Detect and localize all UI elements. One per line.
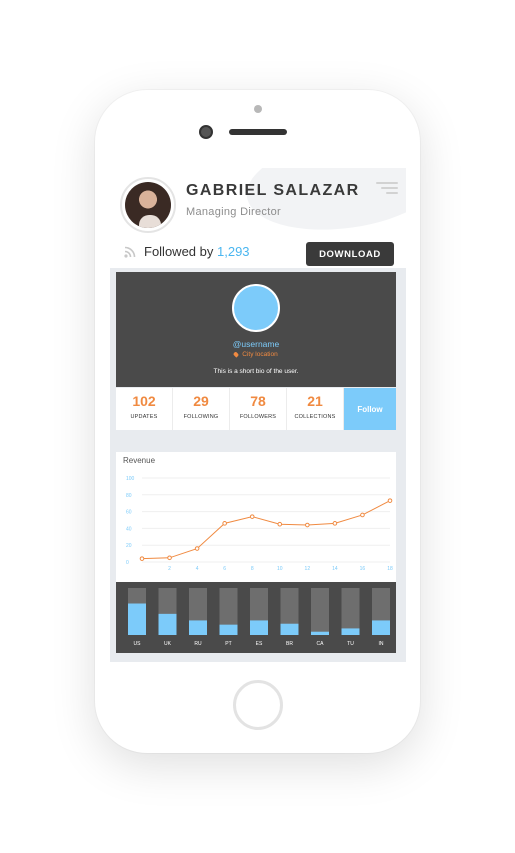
bar-track [311,588,329,635]
data-point [167,555,172,561]
x-tick-label: 2 [168,566,171,572]
country-bar-chart: US UK RU PT ES BR CA TU IN [128,588,390,647]
stat-label: UPDATES [130,414,158,420]
x-tick-label: 4 [196,566,199,572]
bar-category-label: ES [256,641,263,647]
revenue-chart-card: Revenue 0 20 40 60 80 100 2 4 6 8 10 12 14 16 18 [116,452,396,582]
username[interactable]: @username [116,339,396,349]
x-tick-label: 8 [251,566,254,572]
download-button[interactable]: DOWNLOAD [306,242,394,266]
revenue-line-chart: 0 20 40 60 80 100 2 4 6 8 10 12 14 16 18 [126,476,393,572]
data-point [222,521,227,526]
y-tick-label: 0 [126,560,129,566]
y-tick-label: 20 [126,543,132,549]
country-bar-chart-card: US UK RU PT ES BR CA TU IN [116,582,396,653]
profile-card: @username City location This is a short … [116,272,396,387]
stat-label: FOLLOWING [183,414,219,420]
bar-category-label: PT [225,641,231,647]
stat-label: FOLLOWERS [239,414,277,420]
stat-value: 21 [307,393,323,409]
city-location: City location [116,351,396,358]
earpiece-speaker [229,129,287,135]
x-tick-label: 10 [277,566,283,572]
rss-icon [124,246,136,258]
bar [250,620,268,635]
stat-collections[interactable]: 21 COLLECTIONS [287,388,344,430]
x-tick-label: 14 [332,566,338,572]
profile-name: GABRIEL SALAZAR [186,182,360,199]
stat-value: 78 [250,393,266,409]
bar-category-label: US [134,641,142,647]
bar [158,613,177,635]
menu-icon[interactable] [376,182,398,194]
stat-value: 102 [132,393,156,409]
data-point [194,546,200,551]
bar-track [341,588,360,635]
series-line [141,500,391,560]
data-point [249,514,255,519]
bar [219,624,238,635]
bar [341,628,360,635]
follow-button[interactable]: Follow [344,388,396,430]
stats-bar: 102 UPDATES 29 FOLLOWING 78 FOLLOWERS 21… [116,388,396,430]
bar-category-label: CA [317,641,325,647]
data-point [139,556,145,561]
avatar-photo [125,182,171,228]
front-camera [199,125,213,139]
followers-summary: Followed by 1,293 [144,244,250,259]
x-tick-label: 18 [387,566,393,572]
bar [189,620,207,635]
y-tick-label: 100 [126,476,135,482]
profile-card-avatar[interactable] [232,284,280,332]
stat-following[interactable]: 29 FOLLOWING [173,388,230,430]
stat-value: 29 [193,393,209,409]
stat-followers[interactable]: 78 FOLLOWERS [230,388,287,430]
bar [280,623,299,635]
y-tick-label: 80 [126,493,132,499]
y-tick-label: 60 [126,510,132,516]
data-point [277,521,283,527]
home-button[interactable] [233,680,283,730]
bar-category-label: UK [164,641,172,647]
profile-header: GABRIEL SALAZAR Managing Director Follow… [110,168,406,268]
followed-label: Followed by [144,244,214,259]
header-decoration [240,168,406,242]
stat-updates[interactable]: 102 UPDATES [116,388,173,430]
profile-title: Managing Director [186,206,281,218]
data-point [305,522,310,528]
app-screen: GABRIEL SALAZAR Managing Director Follow… [110,168,406,662]
x-tick-label: 12 [305,566,311,572]
bar-category-label: BR [286,641,293,647]
stat-label: COLLECTIONS [294,414,336,420]
avatar[interactable] [120,177,176,233]
bar [372,620,390,635]
bar-category-label: IN [379,641,384,647]
bar-category-label: TU [347,641,354,647]
bar-category-label: RU [194,641,202,647]
bar [128,603,146,635]
proximity-sensor [254,105,262,113]
data-point [387,498,393,503]
x-tick-label: 6 [223,566,226,572]
bar [311,631,329,635]
x-tick-label: 16 [360,566,366,572]
data-point [360,512,365,518]
pin-icon [233,351,240,358]
y-tick-label: 40 [126,526,132,532]
data-point [332,521,338,526]
user-bio: This is a short bio of the user. [213,368,299,375]
location-text: City location [242,351,278,358]
followed-count[interactable]: 1,293 [217,244,250,259]
